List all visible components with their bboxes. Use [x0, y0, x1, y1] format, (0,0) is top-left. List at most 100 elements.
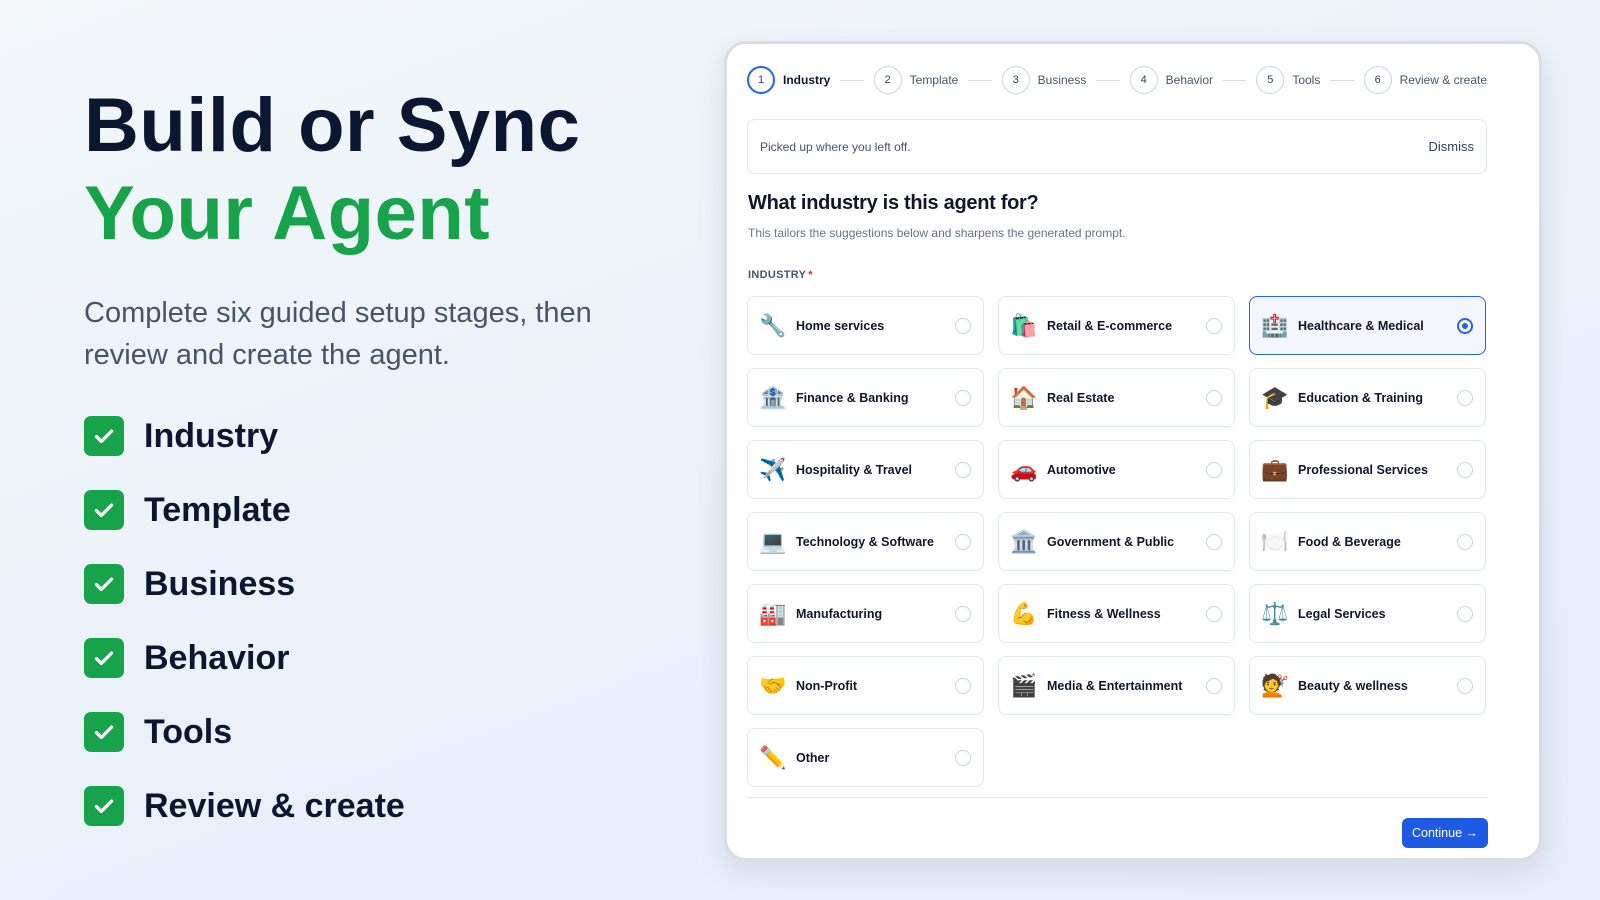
- checklist-item-label: Template: [144, 490, 291, 529]
- stepper-step-tools[interactable]: 5 Tools: [1256, 66, 1320, 94]
- stepper: 1 Industry 2 Template 3 Business 4 Behavior 5 Too…: [747, 66, 1487, 94]
- industry-option-finance-and-banking[interactable]: 🏦 Finance & Banking: [747, 368, 984, 427]
- radio-button[interactable]: [955, 389, 971, 406]
- industry-grid: 🔧 Home services 🛍️ Retail & E-commerce 🏥 Heal…: [747, 296, 1487, 787]
- radio-button[interactable]: [1457, 389, 1473, 406]
- step-label: Business: [1037, 73, 1087, 87]
- wrench-icon: 🔧: [759, 312, 787, 338]
- plate-icon: 🍽️: [1261, 528, 1289, 554]
- checkmark-icon: [84, 490, 124, 530]
- industry-option-fitness-and-wellness[interactable]: 💪 Fitness & Wellness: [998, 584, 1235, 643]
- question-subtitle: This tailors the suggestions below and s…: [748, 226, 1126, 240]
- radio-button[interactable]: [955, 317, 971, 334]
- industry-option-label: Media & Entertainment: [1047, 678, 1183, 693]
- industry-option-beauty-and-wellness[interactable]: 💇 Beauty & wellness: [1249, 656, 1486, 715]
- industry-option-hospitality-and-travel[interactable]: ✈️ Hospitality & Travel: [747, 440, 984, 499]
- industry-field-label: INDUSTRY *: [748, 269, 813, 281]
- step-label: Industry: [783, 73, 831, 87]
- hero-title-line2: Your Agent: [84, 171, 491, 256]
- bank-icon: 🏦: [759, 384, 787, 410]
- radio-button[interactable]: [1457, 317, 1473, 334]
- industry-option-manufacturing[interactable]: 🏭 Manufacturing: [747, 584, 984, 643]
- step-number: 3: [1001, 66, 1030, 94]
- industry-option-label: Professional Services: [1298, 462, 1428, 477]
- industry-option-government-and-public[interactable]: 🏛️ Government & Public: [998, 512, 1235, 571]
- industry-option-label: Manufacturing: [796, 606, 883, 621]
- radio-button[interactable]: [955, 749, 971, 766]
- radio-button[interactable]: [1457, 461, 1473, 478]
- radio-button[interactable]: [1206, 389, 1222, 406]
- radio-button[interactable]: [955, 533, 971, 550]
- pencil-icon: ✏️: [759, 744, 787, 770]
- handshake-icon: 🤝: [759, 672, 787, 698]
- step-label: Review & create: [1399, 73, 1487, 87]
- stepper-step-business[interactable]: 3 Business: [1001, 66, 1087, 94]
- industry-option-label: Food & Beverage: [1298, 534, 1401, 549]
- stepper-step-template[interactable]: 2 Template: [873, 66, 959, 94]
- industry-option-legal-services[interactable]: ⚖️ Legal Services: [1249, 584, 1486, 643]
- industry-option-label: Finance & Banking: [796, 390, 909, 405]
- checklist-item-tools: Tools: [84, 712, 684, 752]
- required-marker: *: [808, 269, 813, 281]
- industry-option-other[interactable]: ✏️ Other: [747, 728, 984, 787]
- industry-option-healthcare-and-medical[interactable]: 🏥 Healthcare & Medical: [1249, 296, 1486, 355]
- stepper-connector: [840, 79, 864, 81]
- radio-button[interactable]: [955, 605, 971, 622]
- industry-option-professional-services[interactable]: 💼 Professional Services: [1249, 440, 1486, 499]
- clapper-board-icon: 🎬: [1010, 672, 1038, 698]
- industry-option-real-estate[interactable]: 🏠 Real Estate: [998, 368, 1235, 427]
- step-label: Template: [909, 73, 959, 87]
- classical-building-icon: 🏛️: [1010, 528, 1038, 554]
- industry-option-technology-and-software[interactable]: 💻 Technology & Software: [747, 512, 984, 571]
- industry-option-label: Retail & E-commerce: [1047, 318, 1173, 333]
- radio-button[interactable]: [1206, 677, 1222, 694]
- hairdresser-icon: 💇: [1261, 672, 1289, 698]
- industry-option-label: Non-Profit: [796, 678, 858, 693]
- stepper-connector: [1223, 79, 1247, 81]
- graduation-cap-icon: 🎓: [1261, 384, 1289, 410]
- stepper-connector: [1096, 79, 1120, 81]
- radio-button[interactable]: [1457, 533, 1473, 550]
- continue-button[interactable]: Continue →: [1402, 818, 1488, 848]
- radio-button[interactable]: [1206, 461, 1222, 478]
- radio-button[interactable]: [1206, 317, 1222, 334]
- dismiss-button[interactable]: Dismiss: [1429, 139, 1475, 154]
- checkmark-icon: [84, 564, 124, 604]
- hero-subtitle: Complete six guided setup stages, then r…: [84, 297, 592, 371]
- hero-title-line1: Build or Sync: [84, 83, 581, 168]
- industry-option-media-and-entertainment[interactable]: 🎬 Media & Entertainment: [998, 656, 1235, 715]
- step-number: 2: [873, 66, 902, 94]
- radio-button[interactable]: [955, 461, 971, 478]
- industry-option-home-services[interactable]: 🔧 Home services: [747, 296, 984, 355]
- stepper-step-review-and-create[interactable]: 6 Review & create: [1363, 66, 1487, 94]
- flexed-bicep-icon: 💪: [1010, 600, 1038, 626]
- airplane-icon: ✈️: [759, 456, 787, 482]
- checklist-item-label: Business: [144, 564, 296, 603]
- checkmark-icon: [84, 638, 124, 678]
- stepper-connector: [1330, 79, 1354, 81]
- industry-option-retail-and-e-commerce[interactable]: 🛍️ Retail & E-commerce: [998, 296, 1235, 355]
- checklist-item-template: Template: [84, 490, 684, 530]
- industry-option-automotive[interactable]: 🚗 Automotive: [998, 440, 1235, 499]
- factory-icon: 🏭: [759, 600, 787, 626]
- industry-option-label: Beauty & wellness: [1298, 678, 1408, 693]
- step-number: 4: [1129, 66, 1158, 94]
- industry-option-food-and-beverage[interactable]: 🍽️ Food & Beverage: [1249, 512, 1486, 571]
- radio-button[interactable]: [1206, 533, 1222, 550]
- resume-banner: Picked up where you left off. Dismiss: [747, 119, 1487, 174]
- footer-divider: [747, 797, 1487, 798]
- car-icon: 🚗: [1010, 456, 1038, 482]
- radio-button[interactable]: [955, 677, 971, 694]
- stepper-step-industry[interactable]: 1 Industry: [747, 66, 830, 94]
- radio-button[interactable]: [1457, 677, 1473, 694]
- radio-button[interactable]: [1457, 605, 1473, 622]
- step-label: Tools: [1292, 73, 1321, 87]
- industry-option-non-profit[interactable]: 🤝 Non-Profit: [747, 656, 984, 715]
- industry-option-education-and-training[interactable]: 🎓 Education & Training: [1249, 368, 1486, 427]
- checklist-item-business: Business: [84, 564, 684, 604]
- checklist-item-label: Industry: [144, 416, 279, 455]
- stepper-step-behavior[interactable]: 4 Behavior: [1129, 66, 1213, 94]
- radio-button[interactable]: [1206, 605, 1222, 622]
- industry-option-label: Education & Training: [1298, 390, 1424, 405]
- checklist: Industry Template Business Behavior Tools Rev…: [84, 416, 684, 826]
